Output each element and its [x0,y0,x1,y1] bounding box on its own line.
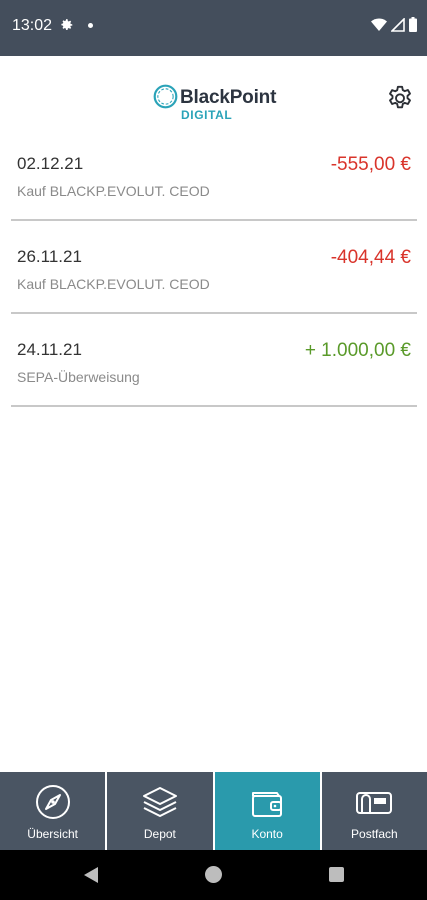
transaction-row[interactable]: 26.11.21 Kauf BLACKP.EVOLUT. CEOD -404,4… [11,221,417,314]
status-icons [371,17,417,32]
transaction-row[interactable]: 24.11.21 SEPA-Überweisung + 1.000,00 € [11,314,417,407]
transaction-amount: -555,00 € [330,154,411,175]
system-navigation-bar [0,850,427,900]
layers-icon [142,787,177,817]
compass-icon [35,785,70,819]
battery-icon [409,17,417,32]
gear-icon[interactable] [385,83,415,113]
settings-icon [61,19,73,30]
transaction-date: 26.11.21 [17,247,82,266]
nav-tab-uebersicht[interactable]: Übersicht [0,772,108,850]
transaction-date: 24.11.21 [17,340,82,359]
wifi-icon [371,18,387,31]
nav-tab-depot[interactable]: Depot [107,772,215,850]
logo-name: BlackPoint [180,87,277,108]
transaction-row[interactable]: 02.12.21 Kauf BLACKP.EVOLUT. CEOD -555,0… [11,128,417,221]
transaction-description: SEPA-Überweisung [17,369,140,385]
notification-dot-icon [88,23,93,28]
nav-label: Postfach [351,827,398,841]
wallet-icon [252,792,283,817]
transaction-description: Kauf BLACKP.EVOLUT. CEOD [17,183,210,199]
brand-logo: BlackPoint DIGITAL [150,79,280,122]
nav-label: Konto [251,827,283,841]
logo-ring-icon [153,84,178,109]
nav-label: Depot [143,827,176,841]
transaction-amount: -404,44 € [330,247,411,268]
transaction-list: 02.12.21 Kauf BLACKP.EVOLUT. CEOD -555,0… [11,128,417,407]
recent-apps-icon[interactable] [329,867,344,882]
logo-sub: DIGITAL [181,108,233,122]
back-icon[interactable] [82,866,99,884]
mailbox-icon [356,792,393,814]
nav-tab-konto[interactable]: Konto [214,772,322,850]
nav-tab-postfach[interactable]: Postfach [321,772,427,850]
transaction-description: Kauf BLACKP.EVOLUT. CEOD [17,276,210,292]
transaction-amount: + 1.000,00 € [304,340,411,361]
status-time: 13:02 [12,17,53,34]
app-header: BlackPoint DIGITAL [0,67,427,127]
status-bar: 13:02 [0,0,427,56]
transaction-date: 02.12.21 [17,154,84,173]
nav-label: Übersicht [27,827,78,841]
bottom-navigation: Übersicht Depot Konto Postfach [0,772,427,850]
home-icon[interactable] [205,866,222,883]
signal-icon [391,17,405,32]
